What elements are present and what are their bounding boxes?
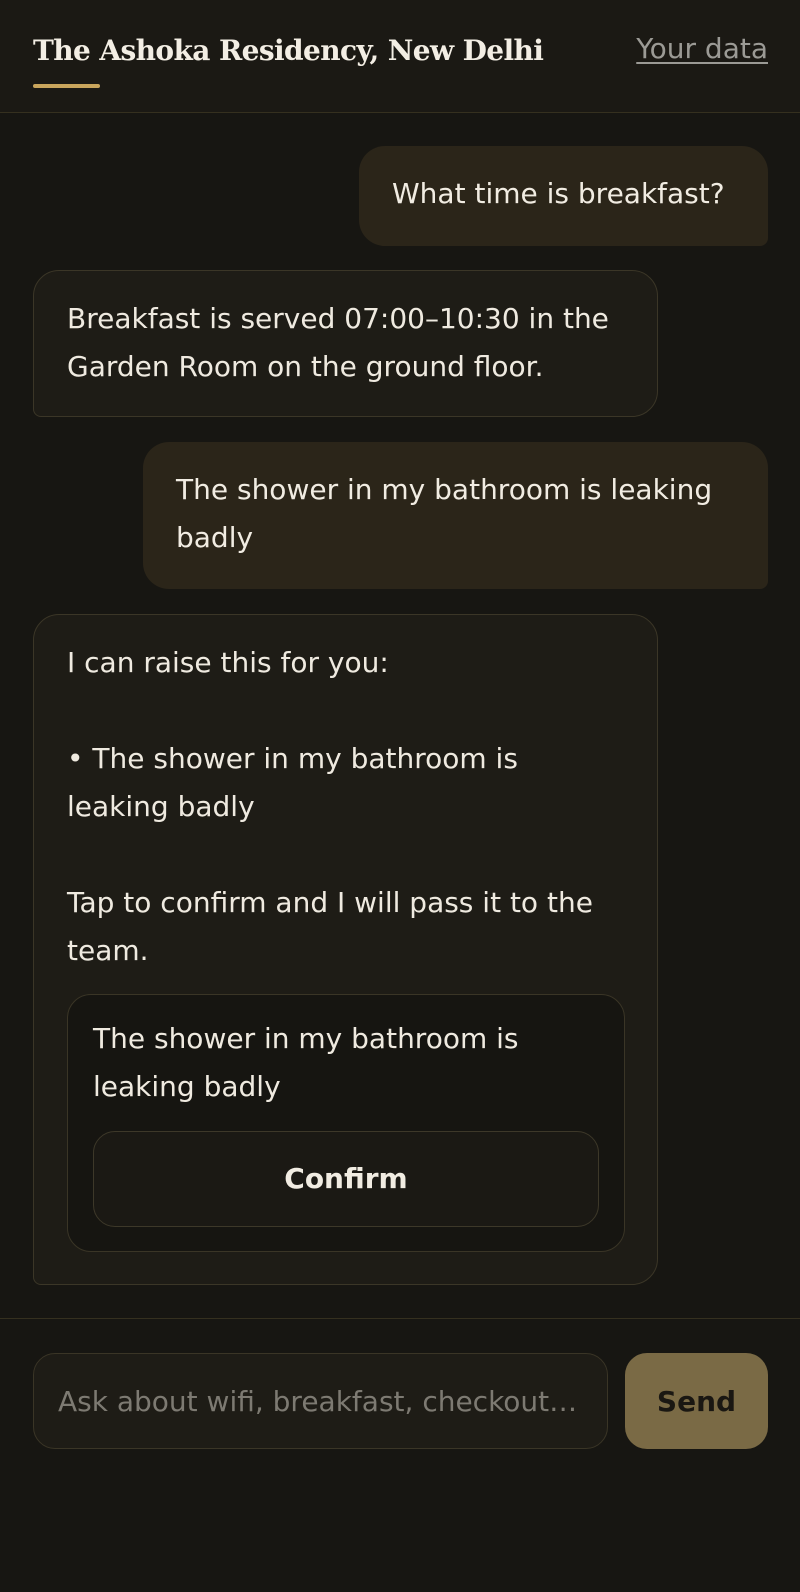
message-composer: Send — [0, 1318, 800, 1592]
title-accent-underline — [33, 84, 100, 88]
assistant-message: Breakfast is served 07:00–10:30 in the G… — [33, 270, 658, 417]
your-data-link[interactable]: Your data — [636, 32, 768, 65]
issue-ticket-card: The shower in my bathroom is leaking bad… — [67, 994, 625, 1252]
assistant-message-text: I can raise this for you: • The shower i… — [67, 646, 593, 967]
app-header: The Ashoka Residency, New Delhi Your dat… — [0, 0, 800, 113]
message-input-wrapper — [33, 1353, 608, 1449]
user-message: The shower in my bathroom is leaking bad… — [143, 442, 768, 589]
user-message: What time is breakfast? — [359, 146, 768, 246]
assistant-message: I can raise this for you: • The shower i… — [33, 614, 658, 1285]
ticket-description: The shower in my bathroom is leaking bad… — [93, 1022, 519, 1103]
message-input[interactable] — [34, 1354, 607, 1448]
send-button[interactable]: Send — [625, 1353, 768, 1449]
hotel-title: The Ashoka Residency, New Delhi — [33, 34, 544, 67]
confirm-button[interactable]: Confirm — [93, 1131, 599, 1227]
